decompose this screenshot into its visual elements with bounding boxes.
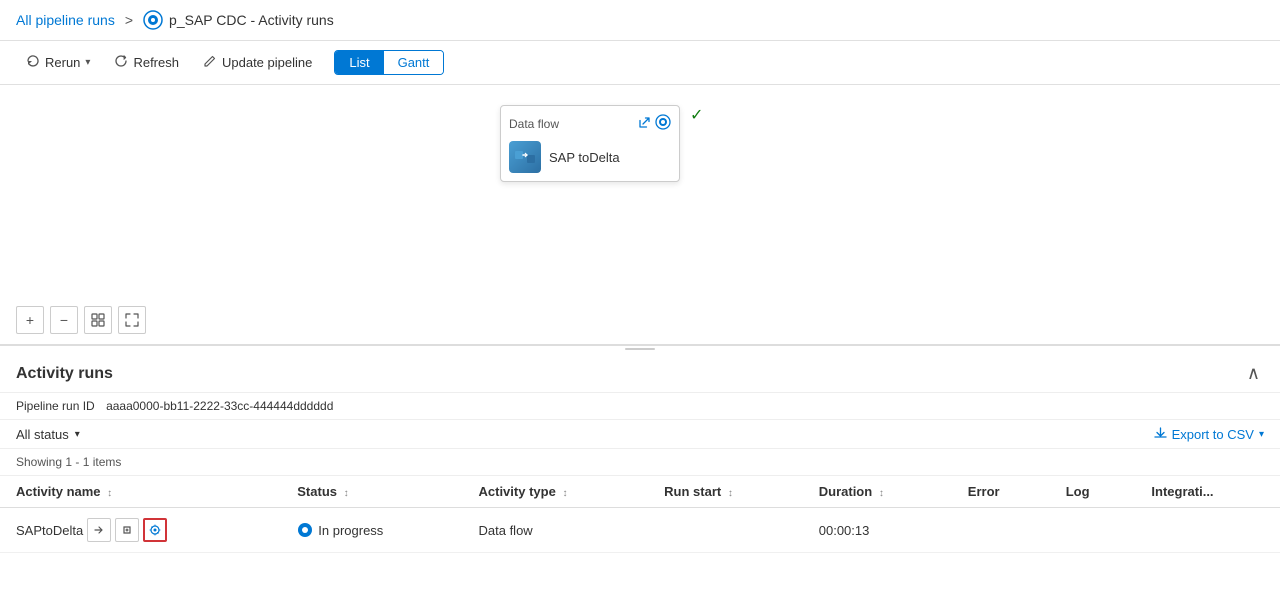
in-progress-status: In progress: [297, 522, 446, 538]
rerun-label: Rerun: [45, 55, 80, 70]
activity-name-text: SAPtoDelta: [16, 523, 83, 538]
card-action-icons: [638, 114, 671, 133]
all-pipeline-runs-link[interactable]: All pipeline runs: [16, 12, 115, 28]
activity-runs-panel: Activity runs ∧ Pipeline run ID aaaa0000…: [0, 351, 1280, 553]
export-icon: [1154, 426, 1167, 442]
output-action-icon[interactable]: [115, 518, 139, 542]
row-duration-cell: 00:00:13: [803, 508, 952, 553]
external-link-icon[interactable]: [638, 116, 651, 132]
activity-name-group: SAPtoDelta: [16, 518, 265, 542]
data-flow-type-text: Data flow: [509, 117, 559, 131]
sort-duration-icon[interactable]: ↕: [879, 488, 884, 499]
sort-activity-name-icon[interactable]: ↕: [107, 488, 112, 499]
duration-value: 00:00:13: [819, 523, 870, 538]
pipeline-run-icon: [143, 10, 163, 30]
status-filter-label: All status: [16, 427, 69, 442]
export-label: Export to CSV: [1172, 427, 1254, 442]
card-type-label: Data flow: [509, 117, 559, 131]
export-chevron-icon: ▾: [1259, 429, 1264, 440]
row-log-cell: [1050, 508, 1136, 553]
status-filter[interactable]: All status ▾: [16, 427, 80, 442]
input-action-icon[interactable]: [87, 518, 111, 542]
card-body: SAP toDelta: [509, 141, 671, 173]
canvas-controls: + −: [16, 306, 146, 334]
update-pipeline-button[interactable]: Update pipeline: [193, 49, 322, 76]
col-duration: Duration ↕: [803, 476, 952, 508]
toolbar: Rerun ▾ Refresh Update pipeline List Gan…: [0, 41, 1280, 85]
fullscreen-button[interactable]: [118, 306, 146, 334]
status-text: In progress: [318, 523, 383, 538]
header-row: Activity name ↕ Status ↕ Activity type ↕…: [0, 476, 1280, 508]
success-checkmark: ✓: [690, 105, 703, 125]
run-id-value: aaaa0000-bb11-2222-33cc-444444dddddd: [106, 399, 333, 413]
sort-status-icon[interactable]: ↕: [344, 488, 349, 499]
zoom-out-button[interactable]: −: [50, 306, 78, 334]
filter-chevron-icon: ▾: [75, 429, 80, 440]
panel-header: Activity runs ∧: [0, 351, 1280, 393]
sort-run-start-icon[interactable]: ↕: [728, 488, 733, 499]
pencil-icon: [203, 54, 217, 71]
activity-name-in-card: SAP toDelta: [549, 150, 620, 165]
refresh-label: Refresh: [133, 55, 179, 70]
panel-title: Activity runs: [16, 365, 113, 383]
update-pipeline-label: Update pipeline: [222, 55, 312, 70]
col-status: Status ↕: [281, 476, 462, 508]
view-toggle: List Gantt: [334, 50, 444, 75]
col-integration: Integrati...: [1135, 476, 1280, 508]
rerun-button[interactable]: Rerun ▾: [16, 49, 100, 76]
col-activity-name: Activity name ↕: [0, 476, 281, 508]
zoom-in-button[interactable]: +: [16, 306, 44, 334]
export-csv-button[interactable]: Export to CSV ▾: [1154, 426, 1264, 442]
col-error: Error: [952, 476, 1050, 508]
current-page-title: p_SAP CDC - Activity runs: [143, 10, 334, 30]
divider-indicator: [625, 348, 655, 350]
dataflow-activity-card[interactable]: Data flow: [500, 105, 680, 182]
rerun-icon: [26, 54, 40, 71]
row-status-cell: In progress: [281, 508, 462, 553]
sort-activity-type-icon[interactable]: ↕: [562, 488, 567, 499]
activity-runs-table: Activity name ↕ Status ↕ Activity type ↕…: [0, 476, 1280, 553]
col-run-start: Run start ↕: [648, 476, 803, 508]
list-view-button[interactable]: List: [335, 51, 383, 74]
collapse-panel-button[interactable]: ∧: [1243, 363, 1264, 384]
pipeline-canvas: Data flow: [0, 85, 1280, 345]
table-header: Activity name ↕ Status ↕ Activity type ↕…: [0, 476, 1280, 508]
col-log: Log: [1050, 476, 1136, 508]
sap-dataflow-icon: [509, 141, 541, 173]
card-header: Data flow: [509, 114, 671, 133]
table-body: SAPtoDelta: [0, 508, 1280, 553]
row-integration-cell: [1135, 508, 1280, 553]
row-error-cell: [952, 508, 1050, 553]
col-activity-type: Activity type ↕: [463, 476, 649, 508]
gantt-view-button[interactable]: Gantt: [384, 51, 444, 74]
rerun-chevron-icon: ▾: [85, 57, 90, 68]
row-activity-name-cell: SAPtoDelta: [0, 508, 281, 553]
table-row: SAPtoDelta: [0, 508, 1280, 553]
row-run-start-cell: [648, 508, 803, 553]
card-run-icon: [655, 114, 671, 133]
filter-bar: All status ▾ Export to CSV ▾: [0, 420, 1280, 449]
refresh-button[interactable]: Refresh: [104, 49, 189, 76]
page-title-text: p_SAP CDC - Activity runs: [169, 12, 334, 28]
in-progress-icon: [297, 522, 313, 538]
run-id-label: Pipeline run ID: [16, 399, 95, 413]
fit-view-button[interactable]: [84, 306, 112, 334]
refresh-icon: [114, 54, 128, 71]
row-activity-type-cell: Data flow: [463, 508, 649, 553]
breadcrumb-bar: All pipeline runs > p_SAP CDC - Activity…: [0, 0, 1280, 41]
breadcrumb-separator: >: [125, 12, 133, 28]
monitor-action-icon[interactable]: [143, 518, 167, 542]
pipeline-run-id-bar: Pipeline run ID aaaa0000-bb11-2222-33cc-…: [0, 393, 1280, 420]
activity-type-text: Data flow: [479, 523, 533, 538]
showing-count: Showing 1 - 1 items: [0, 449, 1280, 476]
